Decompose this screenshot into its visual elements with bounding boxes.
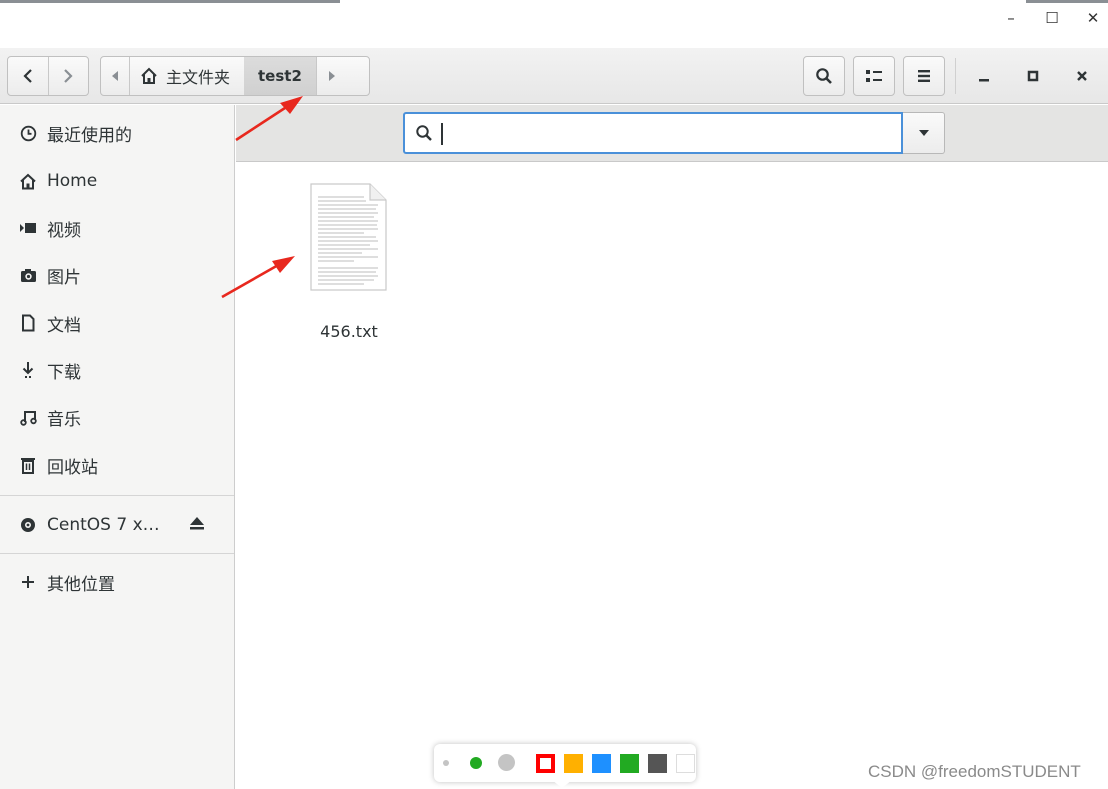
sidebar: 最近使用的 Home 视频 图片 文档 下载 音乐 回收站 CentOS 7 x… (0, 105, 235, 789)
history-nav (7, 56, 89, 96)
search-entry[interactable] (403, 112, 903, 154)
sidebar-item-recent[interactable]: 最近使用的 (0, 111, 234, 155)
close-icon (1077, 71, 1087, 81)
outer-maximize-button[interactable]: ☐ (1040, 6, 1064, 30)
color-swatch-white[interactable] (676, 754, 695, 773)
text-file-icon (310, 183, 387, 291)
clock-icon (17, 122, 39, 144)
trash-icon (17, 454, 39, 476)
sidebar-item-videos[interactable]: 视频 (0, 206, 234, 250)
sidebar-item-label: 文档 (47, 315, 81, 336)
medium-brush-size[interactable] (470, 757, 482, 769)
sidebar-item-label: 回收站 (47, 457, 98, 478)
outer-close-button[interactable]: ✕ (1081, 6, 1105, 30)
file-item[interactable]: 456.txt (304, 182, 394, 347)
header-separator (955, 58, 956, 94)
sidebar-item-label: 最近使用的 (47, 125, 132, 146)
breadcrumb-home-label: 主文件夹 (166, 68, 231, 87)
breadcrumb-current[interactable]: test2 (244, 57, 316, 95)
plus-icon (17, 571, 39, 593)
breadcrumb: 主文件夹 test2 (100, 56, 370, 96)
search-bar-area (236, 105, 1108, 162)
minimize-button[interactable] (972, 62, 996, 90)
text-cursor (441, 123, 443, 145)
download-icon (17, 359, 39, 381)
outer-minimize-button[interactable]: – (999, 6, 1023, 30)
outer-accent-left (0, 0, 340, 3)
scroll-right-icon (328, 71, 335, 81)
sidebar-item-other-locations[interactable]: 其他位置 (0, 560, 234, 604)
search-button[interactable] (803, 56, 845, 96)
chevron-left-icon (23, 69, 32, 83)
sidebar-item-documents[interactable]: 文档 (0, 301, 234, 345)
header-bar: 主文件夹 test2 (0, 48, 1108, 104)
minimize-icon (979, 79, 989, 82)
sidebar-item-device[interactable]: CentOS 7 x… (0, 503, 234, 547)
home-icon (141, 67, 157, 84)
camera-icon (17, 264, 39, 286)
sidebar-item-label: 下载 (47, 362, 81, 383)
close-button[interactable] (1070, 62, 1094, 90)
color-swatch-green[interactable] (620, 754, 639, 773)
search-options-button[interactable] (903, 112, 945, 154)
hamburger-icon (918, 70, 930, 82)
chevron-right-icon (64, 69, 73, 83)
maximize-button[interactable] (1021, 62, 1045, 90)
outer-accent-right (1026, 0, 1108, 3)
maximize-icon (1027, 70, 1039, 82)
sidebar-other-label: 其他位置 (47, 574, 115, 595)
chevron-down-icon (918, 130, 929, 136)
search-icon (416, 125, 432, 141)
sidebar-separator (0, 495, 234, 496)
small-brush-size[interactable] (443, 760, 449, 766)
breadcrumb-current-label: test2 (258, 67, 302, 85)
color-swatch-blue[interactable] (592, 754, 611, 773)
sidebar-item-trash[interactable]: 回收站 (0, 443, 234, 487)
menu-button[interactable] (903, 56, 945, 96)
scroll-left-icon (112, 71, 118, 81)
video-icon (17, 217, 39, 239)
list-view-icon (866, 70, 882, 82)
sidebar-item-downloads[interactable]: 下载 (0, 348, 234, 392)
large-brush-size[interactable] (498, 754, 515, 771)
sidebar-device-label: CentOS 7 x… (47, 515, 160, 535)
sidebar-item-label: 视频 (47, 220, 81, 241)
back-button[interactable] (8, 57, 48, 95)
home-icon (17, 170, 39, 192)
sidebar-item-label: 音乐 (47, 409, 81, 430)
eject-icon[interactable] (188, 515, 206, 536)
sidebar-item-home[interactable]: Home (0, 159, 234, 203)
breadcrumb-home[interactable]: 主文件夹 (130, 57, 244, 95)
color-swatch-red[interactable] (536, 754, 555, 773)
forward-button[interactable] (48, 57, 88, 95)
breadcrumb-scroll-left[interactable] (101, 57, 129, 95)
disc-icon (17, 514, 39, 536)
color-swatch-orange[interactable] (564, 754, 583, 773)
view-toggle-button[interactable] (853, 56, 895, 96)
outer-title-strip: – ☐ ✕ (0, 0, 1108, 48)
search-input[interactable] (441, 123, 871, 143)
document-icon (17, 312, 39, 334)
sidebar-item-label: 图片 (47, 267, 81, 288)
file-view: 456.txt (236, 162, 1108, 789)
watermark: CSDN @freedomSTUDENT (868, 762, 1081, 781)
file-name: 456.txt (320, 322, 378, 341)
sidebar-item-music[interactable]: 音乐 (0, 395, 234, 439)
sidebar-separator (0, 553, 234, 554)
sidebar-item-pictures[interactable]: 图片 (0, 253, 234, 297)
annotation-toolbar (434, 744, 696, 788)
breadcrumb-scroll-right[interactable] (317, 57, 347, 95)
music-icon (17, 406, 39, 428)
sidebar-item-label: Home (47, 171, 98, 191)
search-icon (816, 68, 832, 84)
color-swatch-gray[interactable] (648, 754, 667, 773)
